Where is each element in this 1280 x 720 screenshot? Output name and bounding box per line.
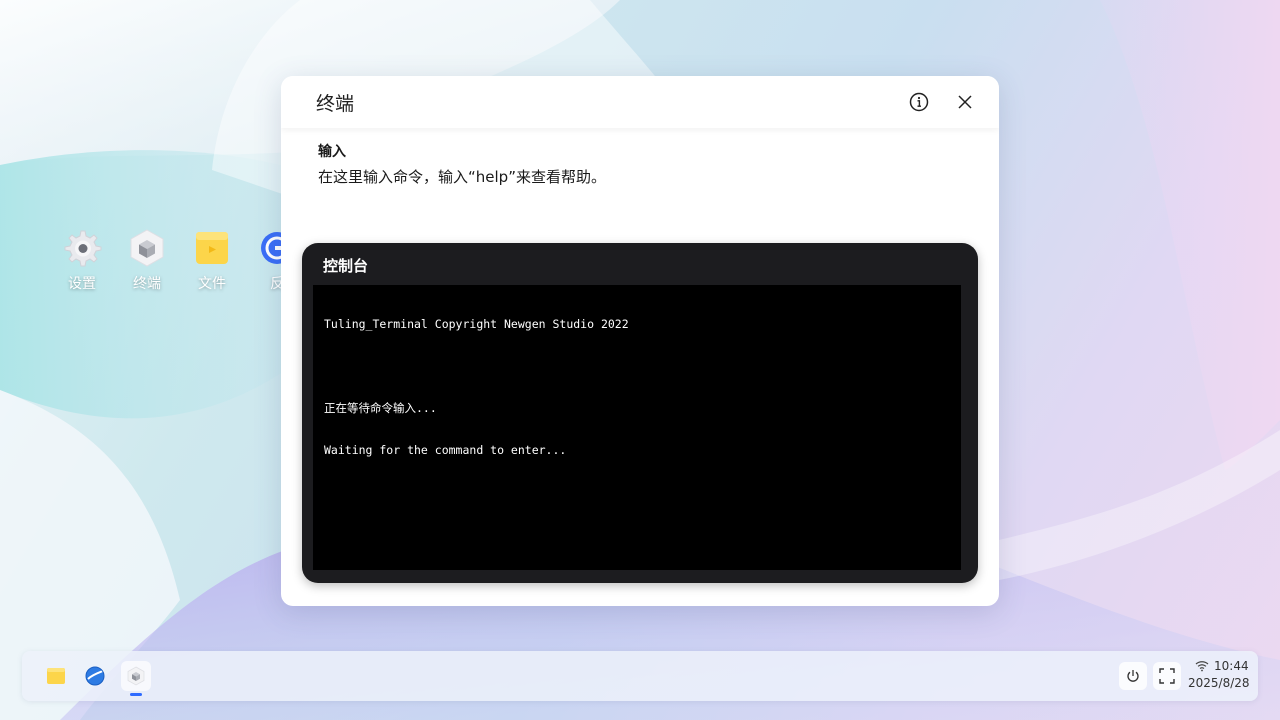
console-line: 正在等待命令输入... bbox=[324, 401, 437, 415]
window-titlebar[interactable]: 终端 bbox=[281, 76, 999, 128]
input-description: 在这里输入命令，输入“help”来查看帮助。 bbox=[318, 168, 606, 186]
close-button[interactable] bbox=[953, 90, 977, 114]
cube-icon bbox=[130, 229, 164, 267]
input-heading: 输入 bbox=[318, 144, 346, 160]
console-title: 控制台 bbox=[323, 257, 369, 275]
console-output[interactable]: Tuling_Terminal Copyright Newgen Studio … bbox=[313, 285, 961, 570]
taskbar-app-terminal[interactable] bbox=[121, 661, 151, 691]
desktop-icon-files[interactable]: 文件 bbox=[182, 228, 242, 294]
console-line: Tuling_Terminal Copyright Newgen Studio … bbox=[324, 317, 629, 331]
desktop-icon-label: 终端 bbox=[133, 276, 161, 292]
desktop-icon-label: 设置 bbox=[68, 276, 96, 292]
active-app-indicator bbox=[130, 693, 142, 696]
cube-icon bbox=[127, 666, 145, 686]
window-title: 终端 bbox=[316, 93, 355, 115]
taskbar-app-browser[interactable] bbox=[80, 661, 110, 691]
gear-icon bbox=[64, 230, 102, 267]
clock-time: 10:44 bbox=[1214, 659, 1249, 673]
desktop-icon-terminal[interactable]: 终端 bbox=[117, 228, 177, 294]
console-lines: Tuling_Terminal Copyright Newgen Studio … bbox=[324, 289, 629, 485]
info-icon bbox=[909, 92, 929, 112]
console-line: Waiting for the command to enter... bbox=[324, 443, 567, 457]
taskbar-app-files[interactable] bbox=[41, 661, 71, 691]
taskbar: 10:44 2025/8/28 bbox=[22, 651, 1258, 701]
desktop-icon-settings[interactable]: 设置 bbox=[52, 228, 112, 294]
close-icon bbox=[958, 95, 972, 109]
info-button[interactable] bbox=[907, 90, 931, 114]
browser-icon bbox=[85, 666, 105, 686]
wifi-icon bbox=[1195, 661, 1209, 672]
desktop-icon-label: 文件 bbox=[198, 276, 226, 292]
power-button[interactable] bbox=[1119, 662, 1147, 690]
console-panel: 控制台 Tuling_Terminal Copyright Newgen Stu… bbox=[302, 243, 978, 583]
folder-icon bbox=[196, 232, 228, 264]
power-icon bbox=[1127, 670, 1139, 682]
fullscreen-button[interactable] bbox=[1153, 662, 1181, 690]
clock-date: 2025/8/28 bbox=[1188, 676, 1250, 690]
terminal-window: 终端 输入 在这里输入命令，输入“help”来查看帮助。 控制台 Tuling_… bbox=[281, 76, 999, 606]
fullscreen-icon bbox=[1159, 668, 1175, 684]
folder-icon bbox=[47, 668, 65, 684]
